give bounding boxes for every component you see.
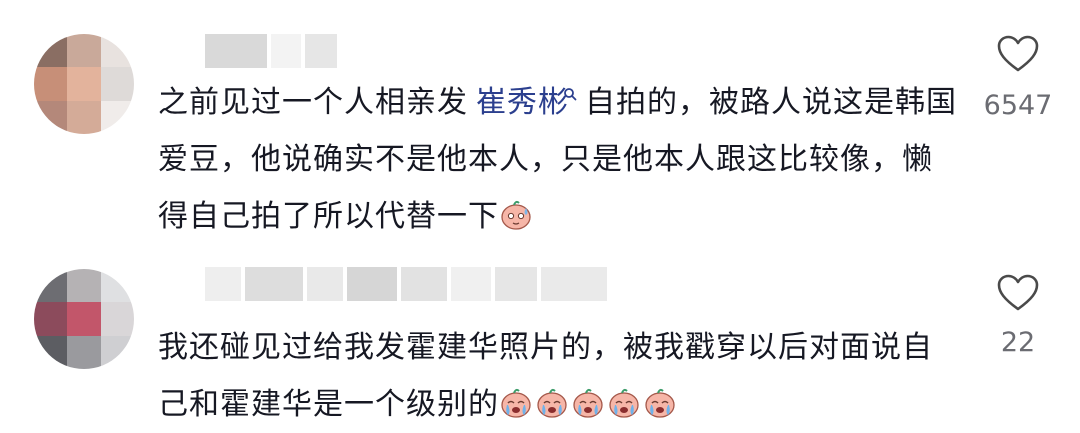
avatar[interactable] — [34, 269, 134, 369]
comment-text: 之前见过一个人相亲发 崔秀彬 自拍的，被路人说这是韩国爱豆，他说确实不是他本人，只是… — [158, 74, 958, 245]
emoji-group — [499, 387, 679, 422]
like-button[interactable]: 6547 — [978, 34, 1058, 121]
heart-icon — [997, 274, 1039, 311]
crying-emoji — [501, 388, 531, 418]
heart-icon — [997, 35, 1039, 72]
like-button[interactable]: 22 — [978, 273, 1058, 358]
mention-name: 崔秀彬 — [476, 85, 569, 120]
comment-item: 之前见过一个人相亲发 崔秀彬 自拍的，被路人说这是韩国爱豆，他说确实不是他本人，只是… — [0, 0, 1080, 255]
avatar[interactable] — [34, 34, 134, 134]
crying-emoji — [645, 388, 675, 418]
sweat-blush-emoji — [501, 200, 531, 230]
username-blurred[interactable] — [205, 267, 607, 301]
comment-text: 我还碰见过给我发霍建华照片的，被我戳穿以后对面说自己和霍建华是一个级别的 — [158, 319, 958, 433]
crying-emoji — [609, 388, 639, 418]
crying-emoji — [537, 388, 567, 418]
username-blurred[interactable] — [205, 34, 337, 68]
like-count: 22 — [1000, 327, 1036, 358]
mention-link[interactable]: 崔秀彬 — [476, 85, 577, 120]
comment-text-before: 之前见过一个人相亲发 — [158, 85, 468, 120]
crying-emoji — [573, 388, 603, 418]
search-icon — [564, 88, 577, 101]
like-count: 6547 — [983, 90, 1053, 121]
comment-item: 我还碰见过给我发霍建华照片的，被我戳穿以后对面说自己和霍建华是一个级别的 22 — [0, 255, 1080, 429]
